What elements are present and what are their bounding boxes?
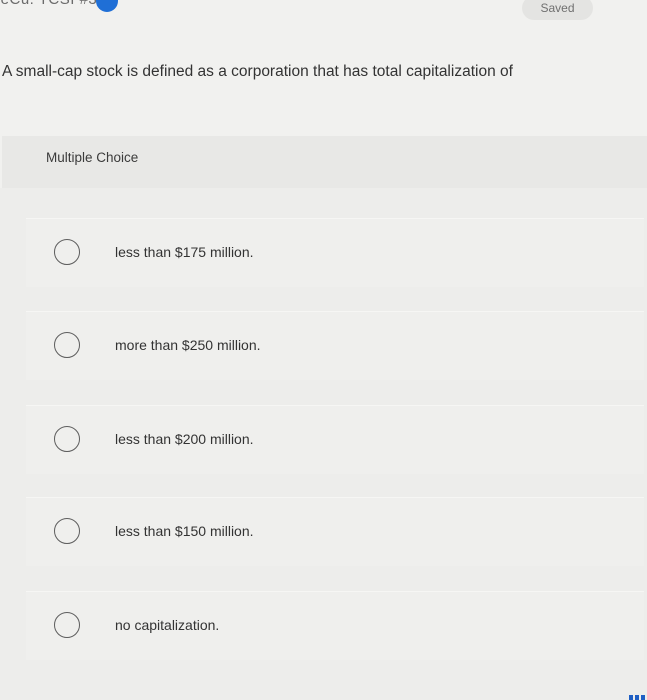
answer-option-label: less than $150 million. [115, 523, 254, 539]
radio-button[interactable] [54, 332, 80, 358]
answer-option[interactable]: less than $200 million. [26, 405, 644, 474]
choice-type-header: Multiple Choice [2, 136, 647, 188]
top-bar: IeCu. TCSI #3 Saved [0, 0, 647, 22]
page-title-fragment: IeCu. TCSI #3 [0, 0, 97, 8]
answer-option[interactable]: more than $250 million. [26, 311, 644, 380]
choice-type-label: Multiple Choice [46, 150, 139, 165]
answer-option[interactable]: less than $150 million. [26, 497, 644, 566]
radio-button[interactable] [54, 518, 80, 544]
info-icon[interactable] [96, 0, 118, 12]
answer-option[interactable]: no capitalization. [26, 591, 644, 660]
answer-option-label: less than $200 million. [115, 431, 254, 447]
corner-indicator-icon [629, 695, 647, 700]
answer-option-label: less than $175 million. [115, 244, 254, 260]
saved-status-badge: Saved [522, 0, 593, 20]
question-prompt: A small-cap stock is defined as a corpor… [2, 63, 513, 80]
answer-options: less than $175 million. more than $250 m… [0, 188, 647, 700]
answer-option[interactable]: less than $175 million. [26, 218, 644, 287]
radio-button[interactable] [54, 426, 80, 452]
radio-button[interactable] [54, 239, 80, 265]
answer-option-label: no capitalization. [115, 617, 220, 633]
radio-button[interactable] [54, 612, 80, 638]
answer-option-label: more than $250 million. [115, 337, 261, 353]
